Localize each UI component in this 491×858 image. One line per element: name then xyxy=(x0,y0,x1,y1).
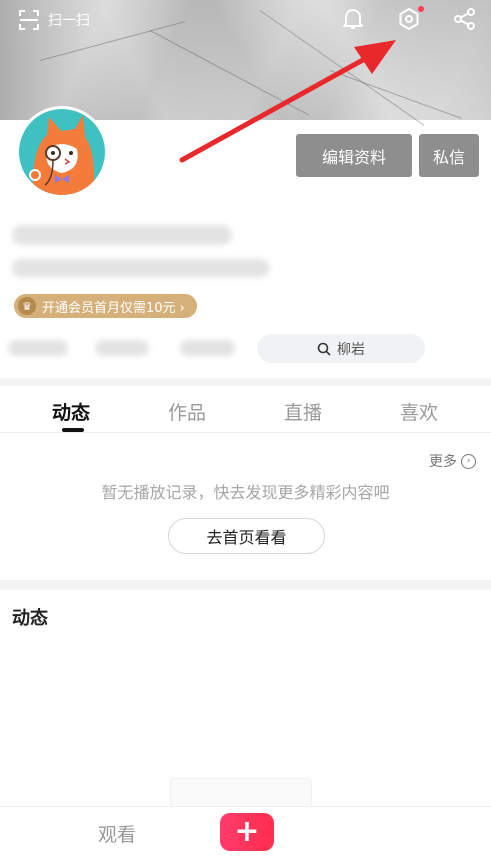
chevron-right-icon: › xyxy=(461,453,476,469)
marble-vein xyxy=(329,70,462,119)
share-button[interactable] xyxy=(452,6,478,32)
top-bar: 扫一扫 xyxy=(0,0,491,44)
search-placeholder: 柳岩 xyxy=(337,341,365,358)
feed-section-title: 动态 xyxy=(12,608,48,629)
section-divider xyxy=(0,580,491,590)
notification-button[interactable] xyxy=(340,6,366,32)
scan-label: 扫一扫 xyxy=(48,13,90,29)
tab-likes[interactable]: 喜欢 xyxy=(400,398,438,425)
edit-profile-button[interactable]: 编辑资料 xyxy=(296,134,412,177)
more-link[interactable]: 更多 › xyxy=(429,451,476,471)
bio-redacted xyxy=(12,259,270,277)
more-label: 更多 xyxy=(429,454,457,470)
username-redacted xyxy=(12,225,232,245)
tabs-divider xyxy=(0,432,491,433)
avatar[interactable] xyxy=(16,106,108,198)
section-divider xyxy=(0,378,491,386)
private-message-button[interactable]: 私信 xyxy=(419,134,479,177)
tab-works[interactable]: 作品 xyxy=(168,398,206,425)
go-home-button[interactable]: 去首页看看 xyxy=(168,518,325,554)
stat-redacted xyxy=(8,340,68,356)
crown-icon: ♛ xyxy=(18,297,36,315)
vip-promo-text: 开通会员首月仅需10元 › xyxy=(42,300,185,316)
vip-promo-badge[interactable]: ♛ 开通会员首月仅需10元 › xyxy=(14,294,197,318)
fox-illustration-icon xyxy=(29,115,94,195)
nav-watch[interactable]: 观看 xyxy=(98,820,136,847)
search-input[interactable]: 柳岩 xyxy=(257,334,425,363)
notification-dot xyxy=(418,6,424,12)
create-post-button[interactable]: + xyxy=(220,813,274,851)
empty-history-text: 暂无播放记录，快去发现更多精彩内容吧 xyxy=(101,483,390,502)
profile-tabs: 动态 作品 直播 喜欢 xyxy=(0,386,491,432)
fox-avatar-image xyxy=(19,109,105,195)
scan-icon xyxy=(19,10,39,30)
search-icon xyxy=(317,342,331,356)
bell-icon xyxy=(343,9,363,29)
stat-redacted xyxy=(95,340,149,356)
scan-button[interactable]: 扫一扫 xyxy=(18,8,90,32)
settings-button[interactable] xyxy=(396,6,424,32)
tab-live[interactable]: 直播 xyxy=(284,398,322,425)
stat-redacted xyxy=(180,340,235,356)
share-icon xyxy=(454,8,475,30)
tab-dynamic[interactable]: 动态 xyxy=(52,398,90,425)
